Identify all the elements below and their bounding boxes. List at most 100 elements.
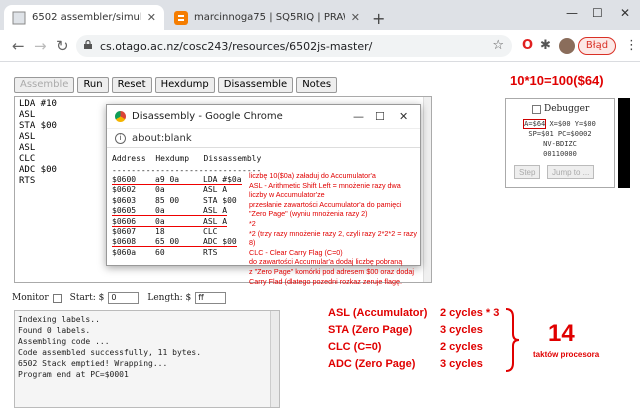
- debugger-checkbox[interactable]: [532, 104, 541, 114]
- screen-display: [618, 98, 630, 188]
- log-line: Indexing labels..: [18, 315, 100, 324]
- jump-to-button[interactable]: Jump to ...: [547, 165, 595, 179]
- row-disassembly: ASL A: [203, 216, 228, 226]
- editor-scrollbar[interactable]: [423, 97, 431, 282]
- maximize-icon[interactable]: ☐: [592, 6, 603, 20]
- lock-icon: [84, 40, 92, 49]
- row-disassembly: CLC: [203, 227, 218, 236]
- disassembly-row: $0607 18 CLC: [112, 227, 217, 236]
- annotation-line: liczbę 10($0a) załaduj do Accumulator'a: [249, 171, 376, 180]
- minimize-icon[interactable]: —: [353, 110, 364, 123]
- minimize-icon[interactable]: —: [566, 6, 578, 20]
- assemble-button[interactable]: Assemble: [14, 77, 75, 93]
- cycle-count: 2 cycles * 3: [440, 307, 500, 319]
- url-text: cs.otago.ac.nz/cosc243/resources/6502js-…: [100, 39, 373, 53]
- popup-address-bar[interactable]: i about:blank: [107, 129, 420, 148]
- registers-display: A=$64 X=$00 Y=$00 SP=$01 PC=$0002 NV-BDI…: [506, 119, 614, 159]
- row-disassembly: STA $00: [203, 195, 237, 205]
- brace-icon: [505, 308, 520, 372]
- popup-titlebar: Disassembly - Google Chrome — ☐ ✕: [107, 105, 420, 129]
- cycle-instr: ADC (Zero Page): [328, 358, 416, 370]
- row-disassembly: ADC $00: [203, 237, 237, 247]
- log-line: 6502 Stack emptied! Wrapping...: [18, 359, 168, 368]
- disassemble-button[interactable]: Disassemble: [217, 77, 294, 93]
- chrome-icon: [115, 111, 126, 122]
- info-icon[interactable]: i: [115, 132, 126, 144]
- maximize-icon[interactable]: ☐: [375, 110, 385, 123]
- disassembly-row: $0602 0a ASL A: [112, 185, 227, 194]
- avatar[interactable]: [559, 38, 575, 54]
- row-address: $0608: [112, 237, 137, 247]
- monitor-label: Monitor: [12, 293, 49, 303]
- monitor-checkbox[interactable]: [52, 293, 62, 303]
- log-line: Found 0 labels.: [18, 326, 91, 335]
- row-disassembly: ASL A: [203, 185, 228, 195]
- back-icon[interactable]: ←: [12, 37, 25, 55]
- disassembly-row: $0606 0a ASL A: [112, 216, 228, 227]
- row-hexdump: 60: [155, 247, 165, 257]
- debugger-toggle[interactable]: Debugger: [532, 104, 589, 114]
- opera-icon[interactable]: O: [522, 38, 533, 53]
- notes-button[interactable]: Notes: [296, 77, 338, 93]
- close-window-icon[interactable]: ✕: [620, 6, 630, 20]
- annotation-line: Carry Flad (dlatego pozedni rozkaz zeruj…: [249, 276, 403, 286]
- length-label: Length: $: [147, 293, 192, 303]
- debugger-panel: Debugger A=$64 X=$00 Y=$00 SP=$01 PC=$00…: [505, 98, 615, 188]
- reload-icon[interactable]: ↻: [56, 37, 69, 55]
- cycle-instr: ASL (Accumulator): [328, 307, 428, 319]
- tab-6502-simulator[interactable]: 6502 assembler/simulator ✕: [4, 5, 164, 30]
- address-bar[interactable]: cs.otago.ac.nz/cosc243/resources/6502js-…: [76, 35, 512, 57]
- annotations: liczbę 10($0a) załaduj do Accumulator'a …: [249, 171, 417, 286]
- cycle-row: CLC (C=0) 2 cycles: [328, 341, 483, 353]
- run-button[interactable]: Run: [77, 77, 109, 93]
- profile-error-badge[interactable]: Błąd: [578, 37, 616, 55]
- row-address: $0605: [112, 206, 137, 216]
- forward-icon[interactable]: →: [34, 37, 47, 55]
- log-scrollbar[interactable]: [270, 311, 279, 407]
- hexdump-button[interactable]: Hexdump: [154, 77, 215, 93]
- log-line: Assembling code ...: [18, 337, 110, 346]
- row-address: $0603: [112, 195, 137, 205]
- length-input[interactable]: ff: [195, 292, 227, 304]
- row-hexdump: 0a: [155, 216, 165, 226]
- log-line: Program end at PC=$0001: [18, 370, 129, 379]
- flags-value: 00110000: [543, 150, 577, 158]
- tab-blogger[interactable]: marcinnoga75 | SQ5RIQ | PRAWO ✕: [166, 5, 368, 30]
- row-disassembly: ASL A: [203, 206, 228, 216]
- total-cycles: 14: [548, 320, 575, 347]
- row-disassembly: RTS: [203, 247, 218, 257]
- row-hexdump: 65 00: [155, 237, 180, 247]
- result-heading: 10*10=100($64): [510, 73, 604, 88]
- register-a: A=$64: [523, 119, 547, 129]
- register-sp-pc: SP=$01 PC=$0002: [528, 130, 592, 138]
- cycle-row: STA (Zero Page) 3 cycles: [328, 324, 483, 336]
- page-favicon-icon: [12, 11, 26, 24]
- step-button[interactable]: Step: [514, 165, 541, 179]
- total-cycles-label: taktów procesora: [533, 350, 600, 359]
- browser-toolbar: ← → ↻ cs.otago.ac.nz/cosc243/resources/6…: [0, 30, 640, 62]
- start-input[interactable]: 0: [108, 292, 140, 304]
- new-tab-icon[interactable]: +: [372, 9, 385, 28]
- extensions-puzzle-icon[interactable]: ✱: [540, 38, 551, 53]
- cycle-instr: STA (Zero Page): [328, 324, 413, 336]
- close-tab-icon[interactable]: ✕: [351, 11, 360, 24]
- disassembly-row: $0600 a9 0a LDA #$0a: [112, 175, 242, 185]
- menu-kebab-icon[interactable]: ⋮: [625, 38, 638, 53]
- disassembly-window: Disassembly - Google Chrome — ☐ ✕ i abou…: [106, 104, 421, 286]
- tab-strip: 6502 assembler/simulator ✕ marcinnoga75 …: [0, 0, 640, 30]
- close-window-icon[interactable]: ✕: [399, 110, 408, 123]
- cycle-row: ASL (Accumulator) 2 cycles * 3: [328, 307, 499, 319]
- row-address: $0606: [112, 216, 137, 226]
- tab-title: marcinnoga75 | SQ5RIQ | PRAWO: [194, 12, 345, 23]
- bookmark-star-icon[interactable]: ☆: [492, 38, 504, 53]
- simulator-button-row: Assemble Run Reset Hexdump Disassemble N…: [14, 77, 338, 93]
- reset-button[interactable]: Reset: [111, 77, 152, 93]
- annotation-line: do zawartości Accumular'a dodaj liczbę p…: [249, 257, 403, 267]
- annotation-line: przesłanie zawartości Accumulator'a do p…: [249, 199, 402, 219]
- log-line: Code assembled successfully, 11 bytes.: [18, 348, 202, 357]
- close-tab-icon[interactable]: ✕: [147, 11, 156, 24]
- debugger-label: Debugger: [544, 104, 590, 114]
- row-hexdump: 0a: [155, 185, 165, 195]
- flags-header: NV-BDIZC: [543, 140, 577, 148]
- cycle-instr: CLC (C=0): [328, 341, 382, 353]
